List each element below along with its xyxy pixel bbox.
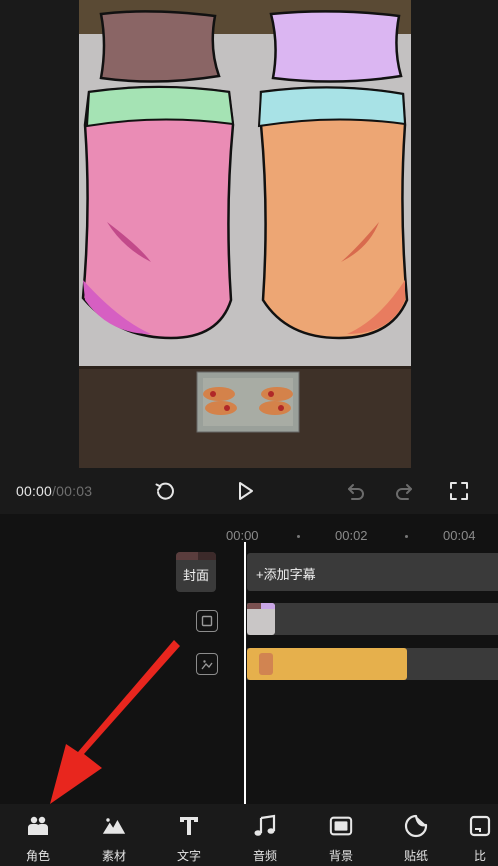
tool-label: 比 <box>473 849 486 863</box>
replay-icon <box>155 482 174 500</box>
undo-icon <box>348 484 364 500</box>
audio-icon <box>253 814 277 838</box>
bedroom-scene-image <box>79 0 411 468</box>
bottom-toolbar: 角色 素材 文字 音频 背景 贴纸 比 <box>0 804 498 866</box>
video-track[interactable] <box>247 603 498 635</box>
tool-label: 角色 <box>25 849 50 863</box>
tool-material[interactable]: 素材 <box>88 814 140 864</box>
tool-sticker[interactable]: 贴纸 <box>390 814 442 864</box>
play-icon <box>239 482 253 500</box>
add-subtitle-track[interactable]: +添加字幕 <box>247 553 498 591</box>
replay-button[interactable] <box>152 478 178 504</box>
play-button[interactable] <box>232 478 258 504</box>
add-subtitle-label: +添加字幕 <box>256 567 316 582</box>
character-icon <box>26 814 50 838</box>
ruler-label: 00:04 <box>443 528 476 543</box>
tool-label: 素材 <box>101 849 126 863</box>
image-icon <box>201 660 213 670</box>
video-preview <box>0 0 498 468</box>
video-clip[interactable] <box>247 603 275 635</box>
cover-thumbnail <box>176 552 216 560</box>
undo-button[interactable] <box>342 478 368 504</box>
text-icon <box>177 814 201 838</box>
time-display: 00:00/00:03 <box>16 483 92 499</box>
redo-icon <box>396 484 412 500</box>
player-controls: 00:00/00:03 <box>0 468 498 514</box>
current-time: 00:00 <box>16 483 53 499</box>
background-icon <box>329 814 353 838</box>
image-track-icon[interactable] <box>196 653 218 675</box>
ruler-label: 00:00 <box>226 528 259 543</box>
timeline-panel[interactable]: 00:00 00:02 00:04 封面 +添加字幕 <box>0 514 498 804</box>
tool-ratio[interactable]: 比 <box>460 814 498 864</box>
fullscreen-button[interactable] <box>446 478 472 504</box>
playhead[interactable] <box>244 542 246 804</box>
tool-label: 背景 <box>328 849 353 863</box>
redo-button[interactable] <box>392 478 418 504</box>
video-track-icon[interactable] <box>196 610 218 632</box>
tool-label: 音频 <box>252 849 277 863</box>
ruler-label: 00:02 <box>335 528 368 543</box>
video-clip-thumbnail <box>247 603 275 609</box>
tool-audio[interactable]: 音频 <box>239 814 291 864</box>
tool-background[interactable]: 背景 <box>315 814 367 864</box>
audio-clip[interactable] <box>247 648 407 680</box>
duration-time: 00:03 <box>56 483 93 499</box>
ruler-dot <box>297 535 300 538</box>
fullscreen-icon <box>450 482 468 500</box>
audio-clip-thumbnail <box>259 653 273 675</box>
tool-text[interactable]: 文字 <box>163 814 215 864</box>
ratio-icon <box>468 814 492 838</box>
preview-canvas[interactable] <box>79 0 411 468</box>
ruler-dot <box>405 535 408 538</box>
material-icon <box>102 814 126 838</box>
tool-label: 文字 <box>176 849 201 863</box>
tool-character[interactable]: 角色 <box>12 814 64 864</box>
tool-label: 贴纸 <box>403 849 428 863</box>
frame-icon <box>201 615 213 627</box>
cover-button[interactable]: 封面 <box>176 552 216 592</box>
cover-label: 封面 <box>182 568 209 583</box>
sticker-icon <box>404 814 428 838</box>
